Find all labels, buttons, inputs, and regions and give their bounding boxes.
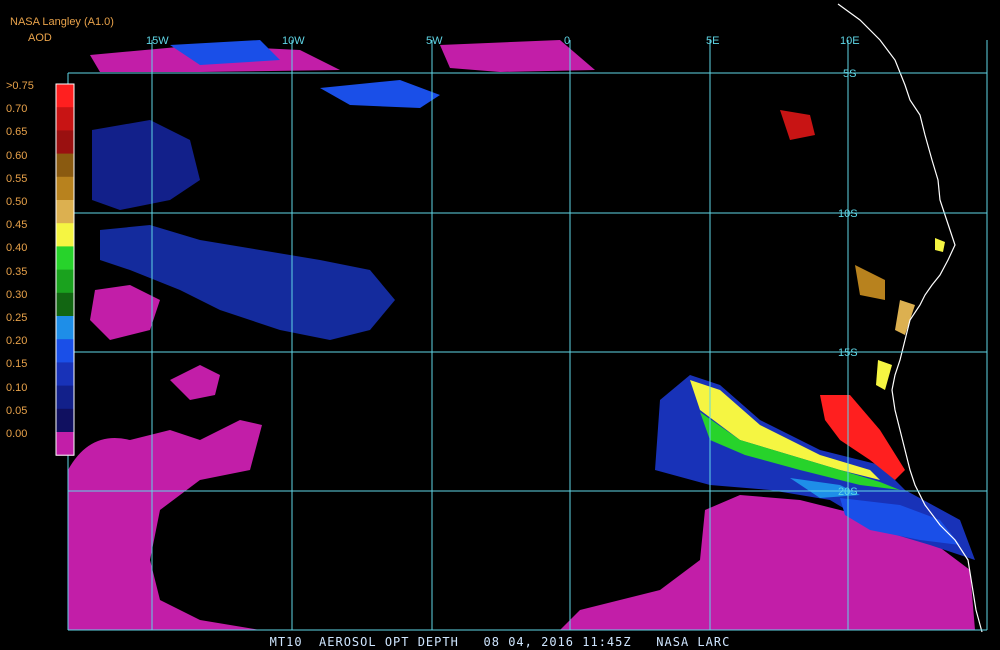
- lon-label-5e: 5E: [706, 35, 719, 47]
- lat-label-5s: 5S: [843, 68, 856, 80]
- legend-label: 0.15: [6, 358, 28, 371]
- legend-label: 0.60: [6, 149, 28, 162]
- lon-label-0: 0: [564, 35, 570, 47]
- legend-label: 0.30: [6, 288, 28, 301]
- legend-label: 0.05: [6, 404, 28, 417]
- lon-label-15w: 15W: [146, 35, 169, 47]
- legend-label: 0.70: [6, 103, 28, 116]
- legend-swatch: [56, 130, 74, 155]
- footer-date: 08 04, 2016: [483, 635, 575, 649]
- legend-label: 0.25: [6, 312, 28, 324]
- legend-label: 0.40: [6, 242, 28, 255]
- legend-swatch: [56, 200, 74, 224]
- legend-label: 0.45: [6, 219, 28, 232]
- lat-label-15s: 15S: [838, 347, 858, 359]
- lon-label-10w: 10W: [282, 35, 305, 47]
- lon-label-10e: 10E: [840, 35, 860, 47]
- product-title: NASA Langley (A1.0): [10, 16, 114, 28]
- legend-swatch: [56, 153, 74, 178]
- variable-label: AOD: [28, 32, 52, 44]
- legend-swatch: [56, 408, 74, 433]
- lat-label-10s: 10S: [838, 208, 858, 220]
- legend-swatch: [56, 385, 74, 410]
- legend-swatch: [56, 292, 74, 317]
- legend-swatch: [56, 107, 74, 131]
- legend-label: 0.65: [6, 126, 28, 139]
- footer-title: AEROSOL OPT DEPTH: [319, 635, 459, 649]
- legend-label: 0.55: [6, 172, 28, 185]
- footer-sat: MT10: [269, 635, 303, 649]
- legend-label: 0.50: [6, 196, 28, 208]
- legend-swatch: [56, 362, 74, 387]
- footer-time: 11:45Z: [582, 635, 632, 649]
- legend-swatch: [56, 246, 74, 271]
- legend-label: 0.35: [6, 265, 28, 278]
- aerosol-map: 15W 10W 5W 0 5E 10E 5S 10S 15S 20S: [0, 0, 1000, 650]
- legend-label: 0.10: [6, 381, 28, 394]
- legend-swatch: [56, 223, 74, 247]
- legend-swatch: [56, 269, 74, 294]
- legend-label: 0.00: [6, 428, 28, 440]
- legend-swatch: [56, 339, 74, 363]
- legend-swatch: [56, 316, 74, 340]
- legend-swatch: [56, 176, 74, 201]
- lon-label-5w: 5W: [426, 35, 443, 47]
- legend-swatch: [56, 84, 74, 108]
- legend-label: 0.20: [6, 335, 28, 348]
- lat-label-20s: 20S: [838, 486, 858, 498]
- legend-swatch: [56, 432, 74, 456]
- footer-org: NASA LARC: [656, 635, 731, 649]
- color-legend-bar: [55, 83, 75, 456]
- legend-label: >0.75: [6, 80, 34, 92]
- footer-caption: MT10 AEROSOL OPT DEPTH 08 04, 2016 11:45…: [0, 635, 1000, 649]
